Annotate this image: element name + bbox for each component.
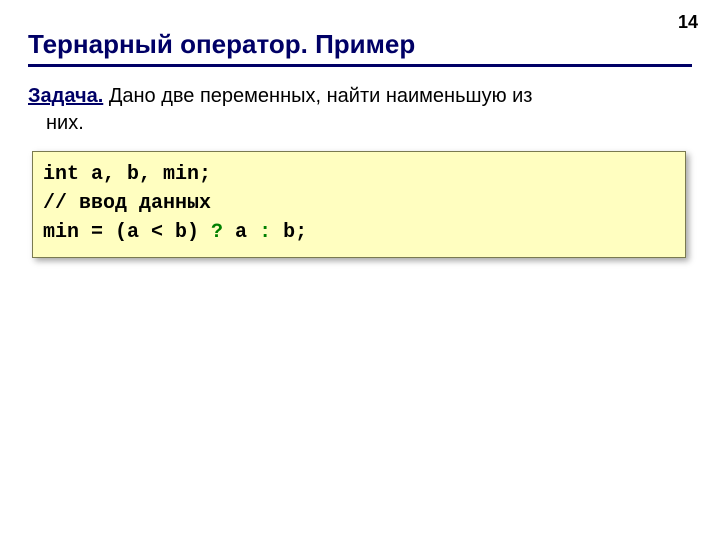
- task-text-line2: них.: [46, 110, 692, 137]
- title-underline: [28, 64, 692, 67]
- code-line-1: int a, b, min;: [43, 163, 211, 186]
- ternary-colon: :: [259, 221, 271, 244]
- code-l3-p2: a: [223, 221, 259, 244]
- code-l3-p3: b;: [271, 221, 307, 244]
- code-l3-p1: min = (a < b): [43, 221, 211, 244]
- page-number: 14: [678, 12, 698, 33]
- code-line-3: min = (a < b) ? a : b;: [43, 221, 307, 244]
- slide-title: Тернарный оператор. Пример: [28, 30, 692, 60]
- code-line-2: // ввод данных: [43, 192, 211, 215]
- task-block: Задача. Дано две переменных, найти наиме…: [28, 83, 692, 137]
- task-label: Задача.: [28, 85, 103, 107]
- code-box: int a, b, min; // ввод данных min = (a <…: [32, 151, 686, 258]
- task-text-line1: Дано две переменных, найти наименьшую из: [103, 85, 532, 107]
- ternary-question-mark: ?: [211, 221, 223, 244]
- slide: 14 Тернарный оператор. Пример Задача. Да…: [0, 0, 720, 540]
